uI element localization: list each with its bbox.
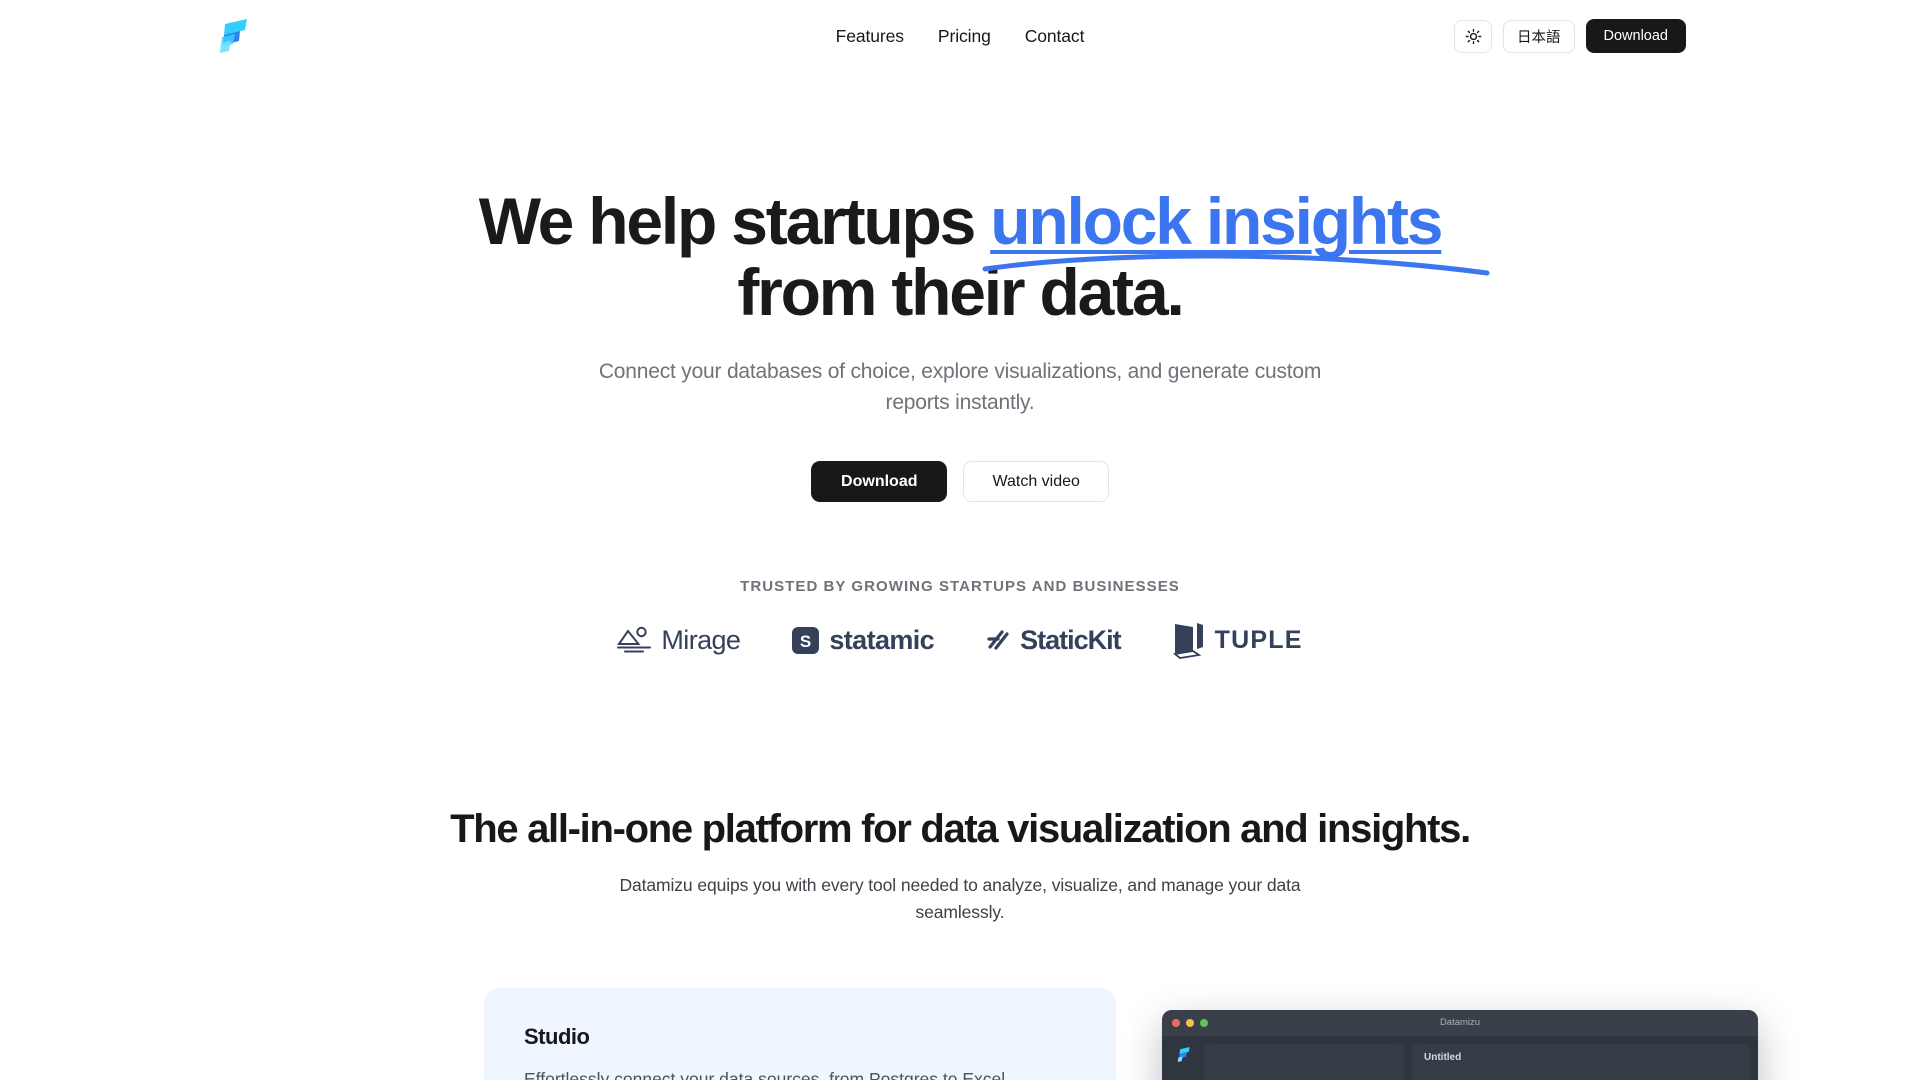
feature-cards-row: Studio Effortlessly connect your data so… [0,987,1920,1080]
studio-card-description: Effortlessly connect your data sources, … [524,1068,1006,1080]
datamizu-logo-icon [220,19,247,53]
hero-heading-highlight: unlock insights [982,184,1490,276]
site-header: Features Pricing Contact 日本語 Download [0,0,1920,72]
partner-name-statamic: statamic [829,624,935,655]
statickit-slashes-icon [987,630,1009,650]
partner-name-mirage: Mirage [661,624,741,655]
main-navigation: Features Pricing Contact [836,26,1085,47]
app-preview-window-title: Datamizu [1439,1017,1481,1029]
hero-heading-part-2: from their data. [737,255,1184,330]
tuple-panel-icon [1172,623,1203,660]
app-preview-body: Untitled [1162,1036,1758,1080]
partner-logo-statamic: S statamic [792,624,935,656]
hero-heading: We help startups unlock insights from th… [360,184,1560,330]
datamizu-logo-icon-small [1177,1046,1190,1062]
hero-subheading: Connect your databases of choice, explor… [598,359,1322,415]
partner-name-tuple: TUPLE [1214,625,1303,654]
features-subheading: Datamizu equips you with every tool need… [619,875,1301,923]
studio-feature-card[interactable]: Studio Effortlessly connect your data so… [484,987,1116,1080]
header-actions: 日本語 Download [1454,19,1894,53]
hero-watch-video-button[interactable]: Watch video [963,461,1109,503]
nav-link-features[interactable]: Features [836,26,904,47]
app-preview-window: Datamizu Untitled [1162,1009,1758,1080]
hero-cta-group: Download Watch video [0,461,1920,503]
nav-link-pricing[interactable]: Pricing [938,26,991,47]
trusted-by-section: TRUSTED BY GROWING STARTUPS AND BUSINESS… [0,578,1920,660]
app-preview-sidebar-rail [1170,1044,1196,1080]
partner-name-statickit: StaticKit [1020,624,1122,655]
hero-highlight-text: unlock insights [990,184,1443,258]
hero-section: We help startups unlock insights from th… [0,72,1920,503]
svg-text:S: S [800,632,811,651]
mountain-sun-icon [617,627,652,653]
partner-logo-mirage: Mirage [617,624,741,656]
partner-logo-row: Mirage S statamic StaticKit TUPLE [0,621,1920,660]
studio-card-title: Studio [524,1023,590,1049]
statamic-s-icon: S [792,626,820,654]
app-preview-left-panel [1204,1043,1404,1080]
theme-toggle-button[interactable] [1454,19,1492,53]
app-preview-right-panel: Untitled [1412,1043,1750,1080]
language-switch-button[interactable]: 日本語 [1503,19,1575,53]
sun-icon [1465,28,1481,44]
partner-logo-statickit: StaticKit [986,624,1122,656]
app-preview-panel-heading: Untitled [1424,1051,1462,1063]
hero-download-button[interactable]: Download [811,461,948,503]
features-heading: The all-in-one platform for data visuali… [450,807,1471,852]
hero-heading-part-1: We help startups [478,184,991,258]
trusted-by-label: TRUSTED BY GROWING STARTUPS AND BUSINESS… [740,578,1180,596]
header-download-button[interactable]: Download [1585,19,1686,53]
nav-link-contact[interactable]: Contact [1025,26,1085,47]
app-preview-titlebar: Datamizu [1162,1009,1758,1036]
features-section: The all-in-one platform for data visuali… [0,807,1920,926]
brand-logo[interactable] [212,15,254,57]
partner-logo-tuple: TUPLE [1172,621,1303,660]
